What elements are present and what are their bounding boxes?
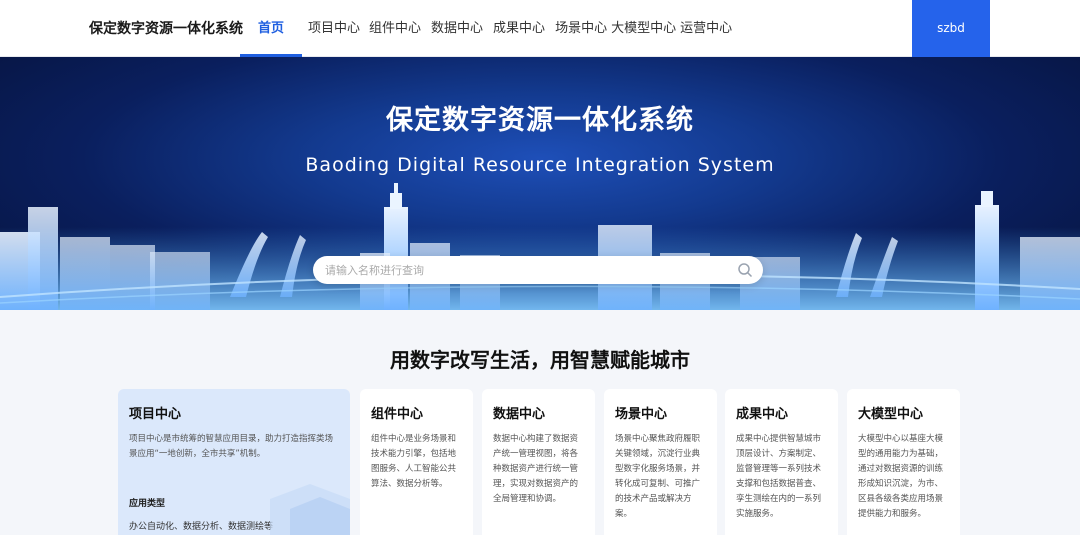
cube-decoration-icon — [270, 484, 350, 535]
card-title: 组件中心 — [371, 407, 424, 422]
nav-large-model-center[interactable]: 大模型中心 — [611, 0, 676, 57]
search-icon[interactable] — [737, 262, 753, 278]
top-header: 保定数字资源一体化系统 首页 项目中心 组件中心 数据中心 成果中心 场景中心 … — [0, 0, 1080, 57]
card-description: 数据中心构建了数据资产统一管理视图，将各种数据资产进行统一管理，实现对数据资产的… — [493, 434, 579, 504]
card-title: 场景中心 — [615, 407, 668, 422]
search-bar — [313, 256, 763, 284]
nav-data-center[interactable]: 数据中心 — [431, 0, 483, 57]
card-data-center[interactable]: 数据中心 数据中心构建了数据资产统一管理视图，将各种数据资产进行统一管理，实现对… — [482, 389, 595, 535]
card-sub-label: 应用类型 — [129, 499, 166, 509]
section-title: 用数字改写生活，用智慧赋能城市 — [390, 348, 690, 372]
hero-banner: 保定数字资源一体化系统 Baoding Digital Resource Int… — [0, 57, 1080, 310]
card-project-center[interactable]: 项目中心 项目中心是市统筹的智慧应用目录，助力打造指挥类场景应用“一地创新，全市… — [118, 389, 350, 535]
card-title: 项目中心 — [129, 407, 182, 422]
card-component-center[interactable]: 组件中心 组件中心是业务场景和技术能力引擎，包括地图服务、人工智能公共算法、数据… — [360, 389, 473, 535]
card-description: 场景中心聚焦政府履职关键领域，沉淀行业典型数字化服务场景，并转化成可复制、可推广… — [615, 434, 701, 519]
nav-achievement-center[interactable]: 成果中心 — [493, 0, 545, 57]
nav-operation-center[interactable]: 运营中心 — [680, 0, 732, 57]
card-large-model-center[interactable]: 大模型中心 大模型中心以基座大模型的通用能力为基础，通过对数据资源的训练形成知识… — [847, 389, 960, 535]
card-achievement-center[interactable]: 成果中心 成果中心提供智慧城市顶层设计、方案制定、监督管理等一系列技术支撑和包括… — [725, 389, 838, 535]
banner-title: 保定数字资源一体化系统 — [386, 105, 694, 136]
search-input[interactable] — [325, 256, 725, 284]
card-title: 成果中心 — [736, 407, 789, 422]
card-title: 数据中心 — [493, 407, 546, 422]
banner-subtitle: Baoding Digital Resource Integration Sys… — [305, 154, 775, 176]
nav-scene-center[interactable]: 场景中心 — [555, 0, 607, 57]
user-account-button[interactable]: szbd — [912, 0, 990, 57]
card-description: 项目中心是市统筹的智慧应用目录，助力打造指挥类场景应用“一地创新，全市共享”机制… — [129, 434, 334, 459]
card-description: 组件中心是业务场景和技术能力引擎，包括地图服务、人工智能公共算法、数据分析等。 — [371, 434, 457, 489]
main-nav: 首页 项目中心 组件中心 数据中心 成果中心 场景中心 大模型中心 运营中心 — [240, 0, 732, 57]
card-description: 成果中心提供智慧城市顶层设计、方案制定、监督管理等一系列技术支撑和包括数据普查、… — [736, 434, 822, 519]
card-scene-center[interactable]: 场景中心 场景中心聚焦政府履职关键领域，沉淀行业典型数字化服务场景，并转化成可复… — [604, 389, 717, 535]
nav-component-center[interactable]: 组件中心 — [369, 0, 421, 57]
nav-project-center[interactable]: 项目中心 — [308, 0, 360, 57]
brand-title[interactable]: 保定数字资源一体化系统 — [89, 18, 243, 38]
card-title: 大模型中心 — [858, 407, 924, 422]
nav-home[interactable]: 首页 — [240, 0, 302, 57]
card-description: 大模型中心以基座大模型的通用能力为基础，通过对数据资源的训练形成知识沉淀，为市、… — [858, 434, 944, 519]
